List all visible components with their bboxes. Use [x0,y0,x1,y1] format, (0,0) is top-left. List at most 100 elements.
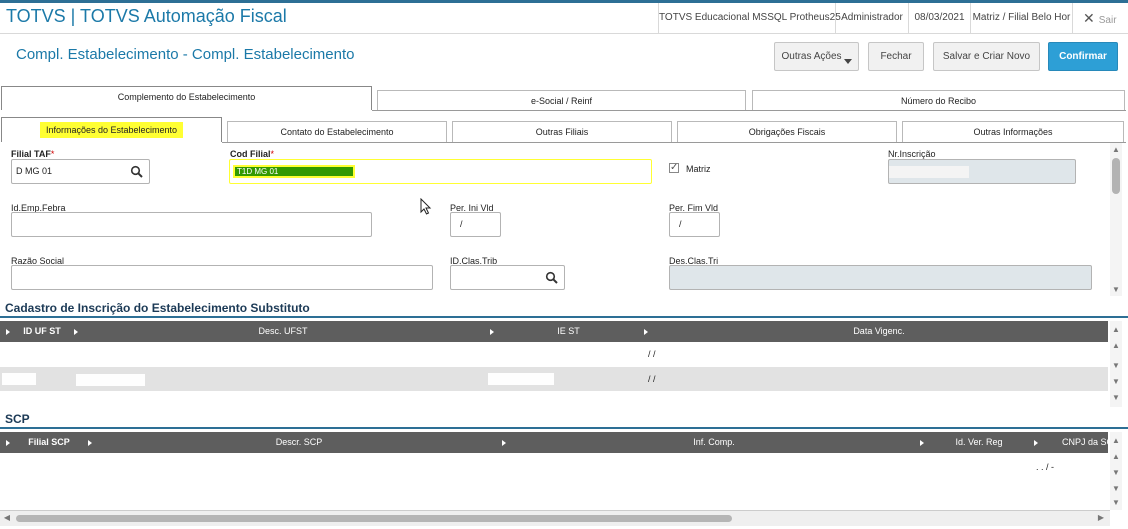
filial-taf-value: D MG 01 [16,166,53,176]
redacted-value [889,166,969,178]
scp-grid-header: Filial SCP Descr. SCP Inf. Comp. Id. Ver… [0,432,1108,453]
sort-icon [88,440,92,446]
col-id-uf-st[interactable]: ID UF ST [12,321,72,342]
matriz-checkbox[interactable]: ✓ [669,163,679,173]
col-descr-scp[interactable]: Descr. SCP [94,432,504,453]
tab-esocial-reinf[interactable]: e-Social / Reinf [377,90,746,111]
cnpj-cell: . . / - [1036,462,1054,472]
exit-button[interactable]: ✕ Sair [1072,3,1128,33]
horizontal-scroll-thumb[interactable] [16,515,732,522]
branch-info[interactable]: Matriz / Filial Belo Hor [970,3,1072,33]
horizontal-scrollbar[interactable]: ◀ ▶ [0,510,1110,526]
id-clas-trib-input[interactable] [450,265,565,290]
other-actions-button[interactable]: Outras Ações [774,42,859,71]
tab-obrigacoes-fiscais[interactable]: Obrigações Fiscais [677,121,897,142]
filial-taf-input[interactable]: D MG 01 [11,159,150,184]
environment-info[interactable]: TOTVS Educacional MSSQL Protheus25 [658,3,841,33]
tab-divider [372,110,1126,111]
arrow-up-icon[interactable]: ▲ [1111,145,1121,154]
redacted-cell [76,348,162,360]
cod-filial-value: T1D MG 01 [233,165,355,178]
form-scroll-thumb[interactable] [1112,158,1120,194]
inscricao-grid-scrollbar[interactable]: ▲ ▲ ▼ ▼ ▼ [1110,321,1122,407]
arrow-right-icon[interactable]: ▶ [1096,513,1106,522]
confirm-button[interactable]: Confirmar [1048,42,1118,71]
tab-numero-recibo[interactable]: Número do Recibo [752,90,1125,111]
sort-icon [490,329,494,335]
arrow-up-icon[interactable]: ▲ [1111,436,1121,445]
search-icon[interactable] [545,271,559,285]
search-icon[interactable] [130,165,144,179]
top-bar: TOTVS | TOTVS Automação Fiscal TOTVS Edu… [0,0,1128,34]
section-scp-title: SCP [5,412,30,426]
section-inscricao-line [0,316,1128,318]
col-data-vigenc[interactable]: Data Vigenc. [650,321,1108,342]
chevron-down-icon [844,59,852,64]
section-inscricao-title: Cadastro de Inscrição do Estabelecimento… [5,301,310,315]
date-info[interactable]: 08/03/2021 [908,3,970,33]
cod-filial-input[interactable]: T1D MG 01 [229,159,652,184]
table-row[interactable]: / / [0,342,1108,366]
arrow-up-icon[interactable]: ▲ [1111,452,1121,461]
col-id-ver-reg[interactable]: Id. Ver. Reg [926,432,1032,453]
redacted-cell [2,373,36,385]
matriz-label: Matriz [686,164,711,174]
user-info[interactable]: Administrador [835,3,908,33]
cod-filial-label: Cod Filial* [230,149,275,159]
per-ini-vld-input[interactable]: / [450,212,501,237]
nr-inscricao-label: Nr.Inscrição [888,149,936,159]
check-icon: ✓ [670,162,679,173]
col-desc-ufst[interactable]: Desc. UFST [80,321,486,342]
redacted-cell [76,374,145,386]
per-fim-vld-input[interactable]: / [669,212,720,237]
table-row[interactable]: . . / - [0,455,1108,479]
section-scp-line [0,427,1128,429]
tab-contato[interactable]: Contato do Estabelecimento [227,121,447,142]
save-new-button[interactable]: Salvar e Criar Novo [933,42,1040,71]
id-emp-febra-input[interactable] [11,212,372,237]
inscricao-grid-header: ID UF ST Desc. UFST IE ST Data Vigenc. [0,321,1108,342]
data-vigenc-cell: / / [648,349,656,359]
app-title: TOTVS | TOTVS Automação Fiscal [6,6,287,26]
col-filial-scp[interactable]: Filial SCP [12,432,86,453]
mouse-pointer-icon [420,198,432,215]
form-scrollbar[interactable]: ▲ ▼ [1110,143,1122,296]
close-button[interactable]: Fechar [868,42,924,71]
scp-grid-scrollbar[interactable]: ▲ ▲ ▼ ▼ ▼ [1110,432,1122,510]
tab-outras-filiais[interactable]: Outras Filiais [452,121,672,142]
arrow-down-icon[interactable]: ▼ [1111,498,1121,507]
arrow-down-icon[interactable]: ▼ [1111,361,1121,370]
des-clas-tri-input[interactable] [669,265,1092,290]
exit-label: Sair [1098,15,1117,26]
tab-outras-informacoes[interactable]: Outras Informações [902,121,1124,142]
close-icon: ✕ [1083,10,1095,26]
page-title: Compl. Estabelecimento - Compl. Estabele… [16,46,355,63]
arrow-left-icon[interactable]: ◀ [2,513,12,522]
arrow-down-icon[interactable]: ▼ [1111,377,1121,386]
razao-social-input[interactable] [11,265,433,290]
col-ie-st[interactable]: IE ST [496,321,641,342]
filial-taf-label: Filial TAF* [11,149,55,159]
sort-icon [6,440,10,446]
sort-icon [644,329,648,335]
arrow-down-icon[interactable]: ▼ [1111,484,1121,493]
arrow-down-icon[interactable]: ▼ [1111,285,1121,294]
arrow-down-icon[interactable]: ▼ [1111,468,1121,477]
tab-informacoes-label: Informações do Estabelecimento [39,122,184,138]
redacted-cell [4,348,54,360]
nr-inscricao-input[interactable] [888,159,1076,184]
tab-complemento[interactable]: Complemento do Estabelecimento [1,86,372,110]
other-actions-label: Outras Ações [781,51,842,62]
subtab-divider [222,142,1126,143]
tab-informacoes[interactable]: Informações do Estabelecimento [1,117,222,142]
arrow-up-icon[interactable]: ▲ [1111,325,1121,334]
arrow-down-icon[interactable]: ▼ [1111,393,1121,402]
table-row[interactable]: / / [0,367,1108,391]
redacted-cell [488,373,554,385]
col-cnpj-scp[interactable]: CNPJ da SC [1062,432,1108,453]
data-vigenc-cell: / / [648,374,656,384]
arrow-up-icon[interactable]: ▲ [1111,341,1121,350]
sort-icon [6,329,10,335]
sort-icon [1034,440,1038,446]
col-inf-comp[interactable]: Inf. Comp. [508,432,920,453]
